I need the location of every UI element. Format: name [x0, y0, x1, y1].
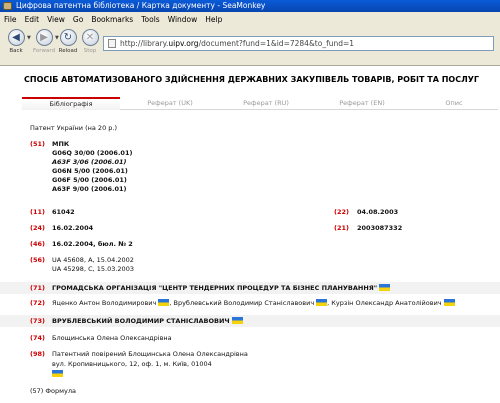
patent-number: 61042 — [52, 208, 75, 216]
publication-info: 16.02.2004, бюл. № 2 — [52, 240, 133, 248]
code-56: (56) — [30, 256, 45, 264]
stop-icon: ✕ — [85, 32, 95, 43]
code-21: (21) — [334, 224, 349, 232]
formula-link[interactable]: (57) Формула — [30, 387, 76, 395]
field-row-73: (73) ВРУБЛЕВСЬКИЙ ВОЛОДИМИР СТАНІСЛАВОВИ… — [0, 315, 500, 327]
code-71: (71) — [30, 284, 45, 292]
back-arrow-icon: ◀ — [12, 32, 20, 43]
applicant: ГРОМАДСЬКА ОРГАНІЗАЦІЯ "ЦЕНТР ТЕНДЕРНИХ … — [52, 284, 391, 292]
ukraine-flag-icon — [443, 299, 455, 306]
ipc-class: G06F 5/00 (2006.01) — [52, 176, 127, 184]
window-titlebar: Цифрова патентна бібліотека / Картка док… — [0, 0, 500, 12]
menu-tools[interactable]: Tools — [141, 15, 159, 24]
ipc-class: A63F 9/00 (2006.01) — [52, 185, 127, 193]
code-24: (24) — [30, 224, 45, 232]
menu-go[interactable]: Go — [73, 15, 83, 24]
page-icon — [108, 39, 116, 48]
tab-description[interactable]: Опис — [412, 97, 496, 110]
patent-type: Патент України (на 20 р.) — [30, 124, 118, 132]
document-tabs: Бібліографія Реферат (UK) Реферат (RU) Р… — [22, 97, 498, 110]
correspondence-name: Патентний повірений Блощинська Олена Оле… — [52, 350, 248, 358]
menu-edit[interactable]: Edit — [25, 15, 40, 24]
ipc-class: G06Q 30/00 (2006.01) — [52, 149, 133, 157]
code-74: (74) — [30, 334, 45, 342]
forward-arrow-icon: ▶ — [40, 32, 48, 43]
forward-button[interactable]: ▶ Forward — [33, 29, 55, 54]
menu-bar: File Edit View Go Bookmarks Tools Window… — [0, 12, 500, 26]
back-history-dropdown-icon[interactable]: ▼ — [27, 35, 31, 41]
code-51: (51) — [30, 140, 45, 148]
effective-date: 16.02.2004 — [52, 224, 94, 232]
tab-bibliography[interactable]: Бібліографія — [22, 97, 120, 110]
inventor-name: Курзін Олександр Анатолійович — [331, 299, 442, 307]
code-46: (46) — [30, 240, 45, 248]
correspondence-address: вул. Кропивницького, 12, оф. 1, м. Київ,… — [52, 360, 212, 368]
inventor-name: Врублевський Володимир Станіславович — [173, 299, 315, 307]
code-98: (98) — [30, 350, 45, 358]
ukraine-flag-icon — [316, 299, 328, 306]
tab-abstract-uk[interactable]: Реферат (UK) — [122, 97, 218, 110]
ukraine-flag-icon — [231, 317, 243, 324]
stop-button[interactable]: ✕ Stop — [80, 29, 100, 54]
ukraine-flag-icon — [52, 370, 63, 377]
menu-file[interactable]: File — [4, 15, 17, 24]
reload-icon: ↻ — [63, 32, 73, 43]
menu-help[interactable]: Help — [205, 15, 222, 24]
ipc-class: A63F 3/06 (2006.01) — [52, 158, 127, 166]
tab-abstract-en[interactable]: Реферат (EN) — [314, 97, 410, 110]
ipc-class: G06N 5/00 (2006.01) — [52, 167, 128, 175]
inventors-list: Яценко Антон Володимирович, Врублевський… — [52, 299, 455, 307]
inventor-name: Яценко Антон Володимирович — [52, 299, 157, 307]
window-title: Цифрова патентна бібліотека / Картка док… — [16, 1, 266, 10]
application-number: 2003087332 — [357, 224, 403, 232]
back-button[interactable]: ◀ Back — [6, 29, 26, 54]
navigation-toolbar: ◀ Back ▼ ▶ Forward ▼ ↻ Reload ✕ Stop htt… — [0, 26, 500, 66]
address-bar[interactable]: http://library.uipv.org/document?fund=1&… — [103, 36, 494, 51]
document-title: СПОСІБ АВТОМАТИЗОВАНОГО ЗДІЙСНЕННЯ ДЕРЖА… — [24, 75, 479, 84]
cited-document: UA 45298, C, 15.03.2003 — [52, 265, 134, 273]
menu-window[interactable]: Window — [168, 15, 198, 24]
field-row-71: (71) ГРОМАДСЬКА ОРГАНІЗАЦІЯ "ЦЕНТР ТЕНДЕ… — [0, 282, 500, 294]
menu-view[interactable]: View — [47, 15, 65, 24]
ukraine-flag-icon — [379, 284, 391, 291]
page-content: СПОСІБ АВТОМАТИЗОВАНОГО ЗДІЙСНЕННЯ ДЕРЖА… — [0, 67, 500, 403]
code-11: (11) — [30, 208, 45, 216]
ukraine-flag-icon — [158, 299, 170, 306]
correspondence-flag — [52, 370, 63, 378]
representative: Блощинська Олена Олександрівна — [52, 334, 172, 342]
menu-bookmarks[interactable]: Bookmarks — [91, 15, 133, 24]
patent-owner: ВРУБЛЕВСЬКИЙ ВОЛОДИМИР СТАНІСЛАВОВИЧ — [52, 317, 243, 325]
code-73: (73) — [30, 317, 45, 325]
code-72: (72) — [30, 299, 45, 307]
tab-abstract-ru[interactable]: Реферат (RU) — [218, 97, 314, 110]
cited-document: UA 45608, A, 15.04.2002 — [52, 256, 134, 264]
ipc-label: МПК — [52, 140, 70, 148]
code-22: (22) — [334, 208, 349, 216]
application-date: 04.08.2003 — [357, 208, 399, 216]
seamonkey-app-icon — [3, 2, 12, 10]
